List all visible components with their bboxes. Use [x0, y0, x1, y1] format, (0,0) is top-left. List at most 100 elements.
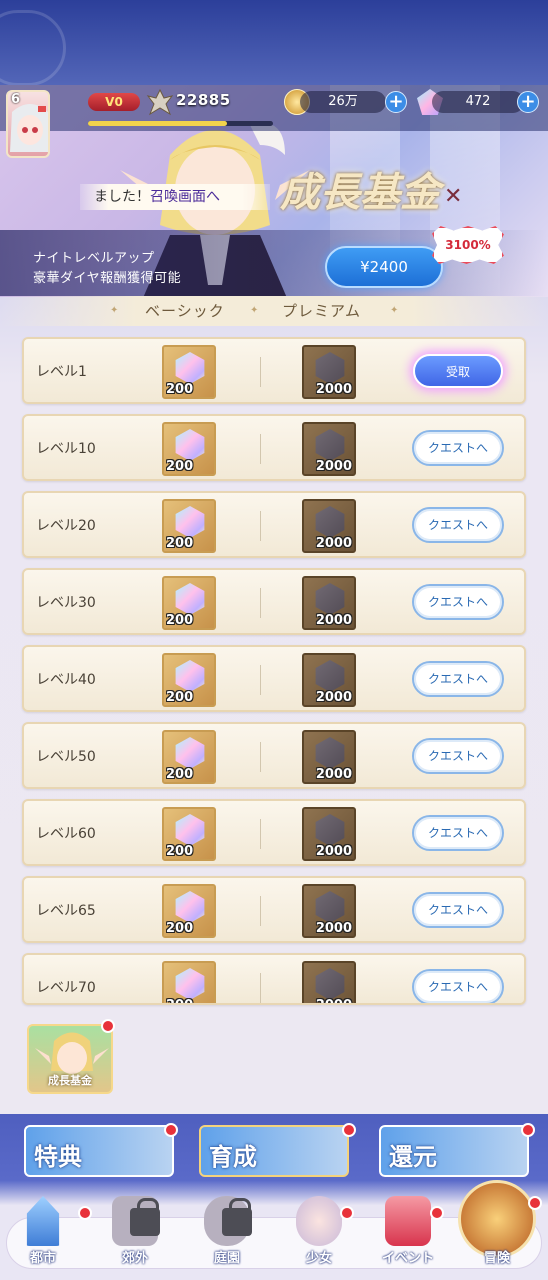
premium-reward-amount: 2000 [315, 536, 352, 551]
reward-row: レベル10 200 2000 クエストへ [22, 414, 526, 481]
reward-row: レベル70 200 2000 クエストへ [22, 953, 526, 1005]
castle-icon [26, 1196, 60, 1246]
nav-outskirts[interactable]: 郊外 [100, 1196, 170, 1268]
nav-garden-label: 庭園 [213, 1251, 240, 1266]
rebate-label: 還元 [389, 1143, 437, 1171]
diamond-icon [175, 968, 205, 1000]
column-divider [260, 434, 261, 464]
premium-reward-amount: 2000 [315, 844, 352, 859]
notification-dot [78, 1206, 92, 1220]
add-gems-button[interactable]: + [517, 91, 539, 113]
training-button[interactable]: 育成 [199, 1125, 349, 1177]
locked-diamond-icon [315, 660, 345, 692]
premium-reward-amount: 2000 [315, 921, 352, 936]
premium-reward-slot[interactable]: 2000 [302, 730, 356, 784]
basic-reward-slot[interactable]: 200 [162, 884, 216, 938]
column-divider [260, 742, 261, 772]
description-line-1: ナイトレベルアップ [33, 251, 155, 266]
basic-reward-slot[interactable]: 200 [162, 422, 216, 476]
premium-reward-amount: 2000 [315, 459, 352, 474]
growth-fund-shortcut[interactable]: 成長基金 [27, 1024, 113, 1094]
gift-box-icon [385, 1196, 431, 1246]
purchase-button[interactable]: ¥2400 [325, 246, 443, 288]
go-quest-button[interactable]: クエストへ [412, 969, 504, 1003]
premium-reward-slot[interactable]: 2000 [302, 807, 356, 861]
tab-basic: ベーシック [145, 302, 225, 320]
reward-row: レベル60 200 2000 クエストへ [22, 799, 526, 866]
premium-reward-amount: 2000 [315, 382, 352, 397]
row-level-label: レベル40 [36, 672, 96, 688]
go-quest-button[interactable]: クエストへ [412, 815, 504, 851]
diamond-icon [175, 583, 205, 615]
premium-reward-slot[interactable]: 2000 [302, 576, 356, 630]
row-level-label: レベル65 [36, 903, 96, 919]
locked-diamond-icon [315, 506, 345, 538]
reward-row: レベル20 200 2000 クエストへ [22, 491, 526, 558]
premium-reward-slot[interactable]: 2000 [302, 422, 356, 476]
row-level-label: レベル30 [36, 595, 96, 611]
locked-diamond-icon [315, 814, 345, 846]
add-gold-button[interactable]: + [385, 91, 407, 113]
go-quest-button[interactable]: クエストへ [412, 584, 504, 620]
nav-garden[interactable]: 庭園 [192, 1196, 262, 1268]
basic-reward-amount: 200 [166, 536, 194, 551]
basic-reward-slot[interactable]: 200 [162, 345, 216, 399]
lock-icon [222, 1198, 252, 1236]
reward-row: レベル30 200 2000 クエストへ [22, 568, 526, 635]
star-ornament-icon: ✦ [250, 305, 260, 316]
premium-reward-slot[interactable]: 2000 [302, 499, 356, 553]
diamond-icon [175, 737, 205, 769]
go-quest-button[interactable]: クエストへ [412, 507, 504, 543]
basic-reward-slot[interactable]: 200 [162, 961, 216, 1003]
basic-reward-slot[interactable]: 200 [162, 576, 216, 630]
go-quest-button[interactable]: クエストへ [412, 430, 504, 466]
premium-reward-slot[interactable]: 2000 [302, 884, 356, 938]
player-avatar[interactable]: 6 [6, 90, 50, 158]
diamond-icon [175, 660, 205, 692]
basic-reward-slot[interactable]: 200 [162, 730, 216, 784]
go-quest-button[interactable]: クエストへ [412, 661, 504, 697]
perks-button[interactable]: 特典 [24, 1125, 174, 1177]
column-divider [260, 665, 261, 695]
go-quest-button[interactable]: クエストへ [412, 738, 504, 774]
star-ornament-icon: ✦ [110, 305, 120, 316]
basic-reward-amount: 200 [166, 844, 194, 859]
vip-badge[interactable]: V0 [88, 93, 140, 111]
premium-reward-amount: 2000 [315, 613, 352, 628]
locked-diamond-icon [315, 737, 345, 769]
column-divider [260, 511, 261, 541]
basic-reward-amount: 200 [166, 459, 194, 474]
premium-reward-amount: 2000 [316, 998, 352, 1003]
nav-adventure[interactable]: 冒険 [462, 1196, 532, 1268]
outskirts-icon [112, 1196, 160, 1246]
basic-reward-slot[interactable]: 200 [162, 653, 216, 707]
locked-diamond-icon [315, 968, 345, 1000]
premium-reward-slot[interactable]: 2000 [302, 961, 356, 1003]
premium-reward-amount: 2000 [315, 690, 352, 705]
rebate-button[interactable]: 還元 [379, 1125, 529, 1177]
basic-reward-amount: 200 [166, 690, 194, 705]
row-level-label: レベル1 [36, 364, 87, 380]
premium-reward-amount: 2000 [315, 767, 352, 782]
combat-power-icon [146, 88, 174, 116]
claim-button[interactable]: 受取 [413, 354, 503, 388]
premium-reward-slot[interactable]: 2000 [302, 345, 356, 399]
nav-city[interactable]: 都市 [8, 1196, 78, 1268]
summon-link[interactable]: 召喚画面へ [150, 189, 220, 205]
top-sky-background [0, 0, 548, 86]
marquee-scroll[interactable]: ました！召喚画面へ [80, 184, 270, 210]
growth-fund-title: 成長基金 [280, 169, 440, 216]
close-icon[interactable]: ✕ [444, 184, 462, 209]
go-quest-button[interactable]: クエストへ [412, 892, 504, 928]
basic-reward-slot[interactable]: 200 [162, 499, 216, 553]
diamond-icon [175, 352, 205, 384]
basic-reward-slot[interactable]: 200 [162, 807, 216, 861]
reward-row: レベル50 200 2000 クエストへ [22, 722, 526, 789]
locked-diamond-icon [315, 429, 345, 461]
premium-reward-slot[interactable]: 2000 [302, 653, 356, 707]
diamond-icon [175, 429, 205, 461]
locked-diamond-icon [315, 583, 345, 615]
locked-diamond-icon [315, 352, 345, 384]
experience-bar [88, 121, 273, 126]
column-divider [260, 896, 261, 926]
